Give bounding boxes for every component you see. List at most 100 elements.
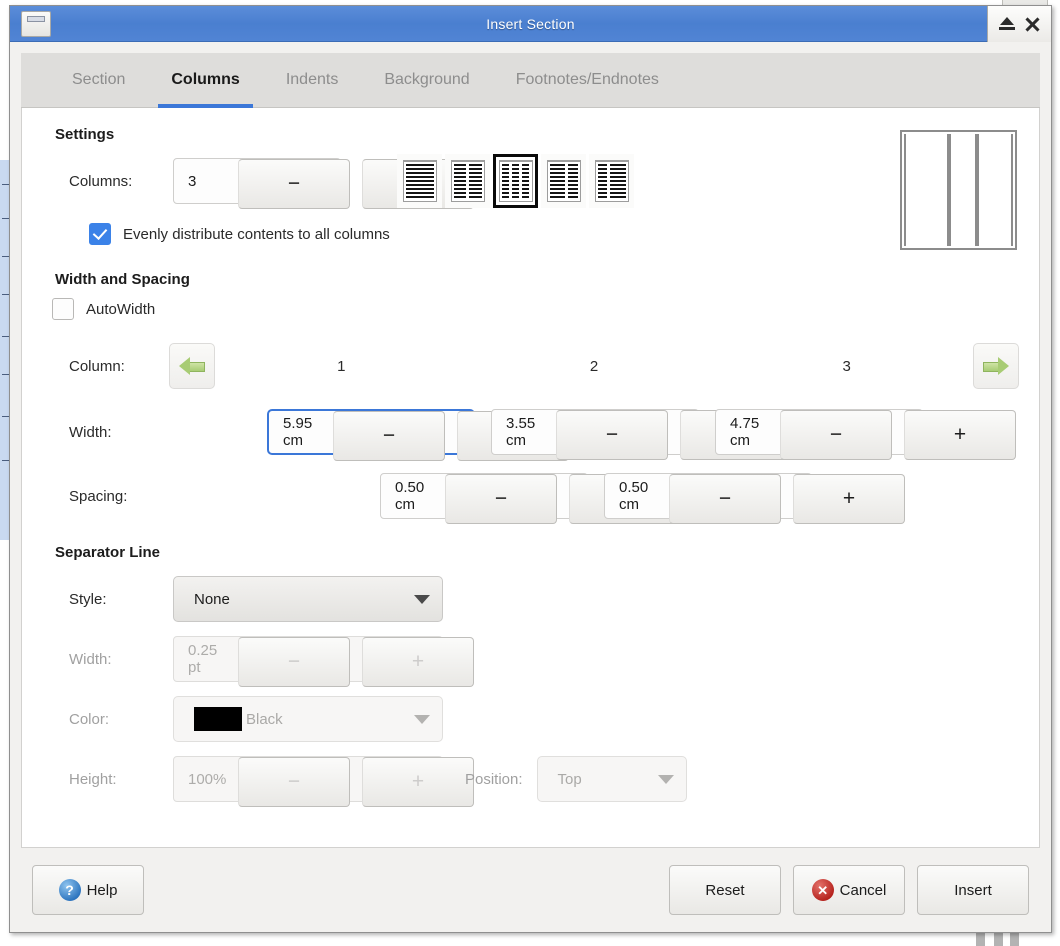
- column-3-width-decrement-button[interactable]: −: [780, 410, 892, 460]
- column-1-width-stepper[interactable]: 5.95 cm − +: [267, 409, 569, 461]
- column-2-width-decrement-button[interactable]: −: [556, 410, 668, 460]
- separator-color-value: Black: [246, 710, 283, 728]
- separator-position-dropdown: Top: [536, 756, 687, 802]
- evenly-distribute-row[interactable]: Evenly distribute contents to all column…: [89, 223, 1019, 245]
- column-1-width-decrement-button[interactable]: −: [333, 411, 445, 461]
- preview-column-2: [948, 134, 977, 246]
- help-button-label: Help: [86, 881, 118, 899]
- separator-style-label: Style:: [69, 590, 107, 608]
- dialog-title: Insert Section: [486, 15, 575, 32]
- tab-background[interactable]: Background: [361, 53, 492, 107]
- preset-three-columns[interactable]: [493, 154, 538, 208]
- columns-decrement-button[interactable]: −: [238, 159, 350, 209]
- chevron-down-icon: [657, 774, 674, 784]
- separator-position-label: Position:: [465, 770, 523, 788]
- columns-value[interactable]: 3: [174, 159, 238, 203]
- separator-height-decrement-button: −: [238, 757, 350, 807]
- separator-height-increment-button: +: [362, 757, 474, 807]
- spacing-2-stepper[interactable]: 0.50 cm − +: [604, 473, 905, 524]
- column-3-width-increment-button[interactable]: +: [904, 410, 1016, 460]
- column-2-width-value[interactable]: 3.55 cm: [492, 410, 556, 454]
- separator-width-increment-button: +: [362, 637, 474, 687]
- column-2-width-stepper[interactable]: 3.55 cm − +: [491, 409, 792, 460]
- eject-icon[interactable]: [998, 15, 1016, 33]
- column-3-width-value[interactable]: 4.75 cm: [716, 410, 780, 454]
- column-selector-row: Column: 1 2 3: [69, 340, 1020, 392]
- autowidth-label: AutoWidth: [86, 300, 156, 318]
- width-row: Width: 5.95 cm − + 3.55 cm − + 4.75 cm −…: [69, 406, 1019, 461]
- titlebar-buttons: [987, 6, 1051, 42]
- preview-column-3: [976, 134, 1013, 246]
- separator-color-label: Color:: [69, 710, 110, 728]
- separator-color-row: Color: Black: [69, 691, 1019, 747]
- next-column-button[interactable]: [973, 343, 1020, 389]
- arrow-left-icon: [179, 356, 205, 376]
- insert-button[interactable]: Insert: [917, 865, 1029, 915]
- columns-label: Columns:: [69, 172, 133, 190]
- autowidth-checkbox[interactable]: [52, 298, 74, 320]
- help-button[interactable]: ? Help: [32, 865, 144, 915]
- columns-preview: [900, 130, 1017, 250]
- width-label: Width:: [69, 423, 112, 441]
- separator-height-row: Height: 100% − + Position: Top: [69, 751, 1019, 807]
- separator-height-value: 100%: [188, 770, 227, 788]
- insert-button-label: Insert: [954, 881, 992, 899]
- separator-height-stepper: 100% − +: [173, 756, 474, 807]
- separator-width-row: Width: 0.25 pt − +: [69, 631, 1019, 687]
- evenly-distribute-label: Evenly distribute contents to all column…: [123, 225, 390, 243]
- preset-two-columns-left-wide[interactable]: [541, 154, 586, 208]
- preview-column-1: [904, 134, 949, 246]
- chevron-down-icon: [414, 594, 430, 604]
- tab-section[interactable]: Section: [49, 53, 148, 107]
- settings-group-title: Settings: [55, 126, 115, 143]
- tab-footnotes-endnotes[interactable]: Footnotes/Endnotes: [493, 53, 682, 107]
- column-1-width-value[interactable]: 5.95 cm: [269, 411, 333, 453]
- columns-panel: Settings Columns: 3 − +: [21, 108, 1040, 848]
- preset-one-column[interactable]: [397, 154, 442, 208]
- cancel-button-label: Cancel: [839, 881, 887, 899]
- spacing-2-decrement-button[interactable]: −: [669, 474, 781, 524]
- previous-column-button[interactable]: [169, 343, 215, 389]
- separator-width-decrement-button: −: [238, 637, 350, 687]
- width-spacing-group-title: Width and Spacing: [55, 271, 190, 288]
- color-swatch: [194, 707, 242, 731]
- spacing-1-decrement-button[interactable]: −: [445, 474, 557, 524]
- close-icon[interactable]: [1023, 15, 1041, 33]
- evenly-distribute-checkbox[interactable]: [89, 223, 111, 245]
- autowidth-row[interactable]: AutoWidth: [52, 298, 1019, 320]
- separator-style-value: None: [194, 590, 230, 608]
- separator-position-value: Top: [557, 770, 582, 788]
- dialog-titlebar: Insert Section: [10, 6, 1051, 42]
- arrow-right-icon: [983, 356, 1010, 376]
- reset-button-label: Reset: [705, 881, 745, 899]
- columns-stepper[interactable]: 3 − +: [173, 158, 474, 209]
- preset-two-columns[interactable]: [445, 154, 490, 208]
- separator-style-row: Style: None: [69, 571, 1019, 627]
- cancel-button[interactable]: ✕ Cancel: [793, 865, 905, 915]
- cancel-icon: ✕: [811, 879, 834, 901]
- spacing-2-increment-button[interactable]: +: [793, 474, 905, 524]
- reset-button[interactable]: Reset: [669, 865, 781, 915]
- help-icon: ?: [58, 879, 81, 901]
- column-presets: [397, 154, 634, 208]
- chevron-down-icon: [414, 714, 430, 724]
- spacing-2-value[interactable]: 0.50 cm: [605, 474, 669, 518]
- spacing-label: Spacing:: [69, 487, 128, 505]
- tab-columns[interactable]: Columns: [148, 53, 262, 108]
- separator-width-stepper: 0.25 pt − +: [173, 636, 474, 687]
- preset-two-columns-right-wide[interactable]: [589, 154, 634, 208]
- dialog-tabbar: Section Columns Indents Background Footn…: [21, 53, 1040, 108]
- column-3-width-stepper[interactable]: 4.75 cm − +: [715, 409, 1016, 460]
- separator-width-label: Width:: [69, 650, 112, 668]
- column-label: Column:: [69, 357, 125, 375]
- column-number-2: 2: [589, 357, 599, 375]
- spacing-row: Spacing: 0.50 cm − + 0.50 cm − +: [69, 470, 1019, 524]
- insert-section-dialog: Insert Section Section Columns Indents B…: [9, 5, 1052, 933]
- spacing-1-value[interactable]: 0.50 cm: [381, 474, 445, 518]
- spacing-1-stepper[interactable]: 0.50 cm − +: [380, 473, 681, 524]
- window-restore-icon[interactable]: [21, 11, 51, 37]
- separator-width-value: 0.25 pt: [188, 642, 218, 676]
- columns-count-row: Columns: 3 − +: [69, 153, 1019, 209]
- tab-indents[interactable]: Indents: [263, 53, 361, 107]
- separator-style-dropdown[interactable]: None: [173, 576, 443, 622]
